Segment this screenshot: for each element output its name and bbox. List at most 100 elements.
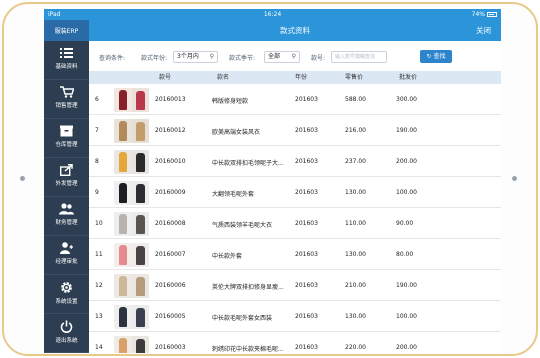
sidebar-item-label: 经理审批 [55, 259, 78, 265]
table-header: 款号 款名 年份 零售价 批发价 [89, 71, 501, 84]
wholesale-price: 200.00 [396, 158, 417, 165]
sidebar-header: 服装ERP [44, 20, 89, 41]
table-row[interactable]: 13 20160005 中长款毛呢外套女西装 201603 130.00 100.00 [89, 301, 501, 332]
row-index: 8 [95, 158, 99, 165]
row-index: 10 [95, 220, 103, 227]
style-code: 20160007 [155, 251, 186, 258]
garment-figure [119, 276, 127, 296]
sidebar-item-logout[interactable]: 退出系统 [44, 314, 89, 353]
garment-figure [119, 245, 127, 265]
row-index: 13 [95, 313, 103, 320]
garment-figure [136, 277, 145, 296]
style-year: 201603 [295, 189, 318, 196]
style-name: 中长款外套 [212, 253, 243, 260]
wholesale-price: 100.00 [396, 313, 417, 320]
garment-figure [119, 183, 127, 203]
gear-icon [61, 282, 72, 293]
retail-price: 130.00 [345, 189, 366, 196]
garment-figure [136, 246, 145, 265]
year-select[interactable]: 3个月内 ⚲ [173, 51, 218, 63]
filter-bar: 查询条件: 款式年份: 3个月内 ⚲ 款式季节: 全部 ⚲ 款号: 输入款号模糊查找… [89, 41, 501, 71]
product-thumbnail [114, 243, 149, 267]
row-index: 11 [95, 251, 103, 258]
product-thumbnail [114, 88, 149, 112]
sidebar: 服装ERP 基础资料 销售管理 仓库管理 外发管理 财务管理 经理审批 系统设置 [44, 20, 89, 353]
style-name: 韩版修身短款 [212, 98, 249, 105]
battery-indicator: 74% [472, 9, 497, 20]
season-select[interactable]: 全部 ⚲ [264, 51, 300, 63]
cart-icon [59, 86, 74, 98]
style-year: 201603 [295, 344, 318, 351]
style-year: 201603 [295, 158, 318, 165]
sidebar-item-finance[interactable]: 财务管理 [44, 197, 89, 236]
person-icon [60, 242, 73, 254]
wholesale-price: 300.00 [396, 96, 417, 103]
table-row[interactable]: 9 20160009 大翻领毛呢外套 201603 130.00 100.00 [89, 177, 501, 208]
retail-price: 220.00 [345, 344, 366, 351]
sidebar-item-label: 基础资料 [55, 64, 78, 70]
wholesale-price: 190.00 [396, 127, 417, 134]
garment-figure [119, 90, 127, 110]
style-name: 欧美高端女装风衣 [212, 129, 261, 136]
style-year: 201603 [295, 96, 318, 103]
users-icon [59, 203, 74, 215]
box-icon [60, 125, 73, 137]
style-year: 201603 [295, 251, 318, 258]
season-label: 款式季节: [229, 55, 256, 62]
retail-price: 130.00 [345, 251, 366, 258]
code-input-placeholder: 输入款号模糊查找 [335, 54, 376, 60]
style-code: 20160009 [155, 189, 186, 196]
sidebar-item-label: 退出系统 [55, 338, 78, 344]
garment-figure [136, 215, 145, 234]
row-index: 14 [95, 344, 103, 351]
style-code: 20160013 [155, 96, 186, 103]
table-row[interactable]: 6 20160013 韩版修身短款 201603 588.00 300.00 [89, 84, 501, 115]
sidebar-item-approval[interactable]: 经理审批 [44, 236, 89, 275]
garment-figure [119, 338, 127, 353]
row-index: 6 [95, 96, 99, 103]
sidebar-item-basic-data[interactable]: 基础资料 [44, 41, 89, 80]
retail-price: 588.00 [345, 96, 366, 103]
retail-price: 130.00 [345, 313, 366, 320]
product-thumbnail [114, 336, 149, 353]
close-button[interactable]: 关闭 [476, 20, 491, 41]
row-index: 9 [95, 189, 99, 196]
code-label: 款号: [311, 55, 326, 62]
sidebar-item-warehouse[interactable]: 仓库管理 [44, 119, 89, 158]
garment-figure [136, 91, 145, 110]
query-label: 查询条件: [99, 55, 126, 62]
product-thumbnail [114, 212, 149, 236]
table-row[interactable]: 12 20160006 英伦大牌双排扣修身显瘦... 201603 210.00 190.… [89, 270, 501, 301]
clock: 16:24 [263, 11, 282, 18]
garment-figure [119, 121, 127, 141]
row-index: 12 [95, 282, 103, 289]
wholesale-price: 200.00 [396, 344, 417, 351]
table-row[interactable]: 8 20160010 中长款双排扣毛领呢子大... 201603 237.00 200.0… [89, 146, 501, 177]
garment-figure [136, 339, 145, 353]
table-row[interactable]: 14 20160003 刺绣印花中长款夹棉毛呢... 201603 220.00 200.… [89, 332, 501, 353]
sidebar-item-outsourcing[interactable]: 外发管理 [44, 158, 89, 197]
garment-figure [119, 152, 127, 172]
table-row[interactable]: 7 20160012 欧美高端女装风衣 201603 216.00 190.00 [89, 115, 501, 146]
table-row[interactable]: 11 20160007 中长款外套 201603 130.00 80.00 [89, 239, 501, 270]
product-thumbnail [114, 119, 149, 143]
screen: iPad 16:24 74% 服装ERP 基础资料 销售管理 仓库管理 外发管理… [44, 9, 501, 353]
column-header: 零售价 [345, 74, 364, 81]
sidebar-item-label: 销售管理 [55, 103, 78, 109]
home-button [512, 176, 517, 181]
sidebar-item-sales[interactable]: 销售管理 [44, 80, 89, 119]
page-title: 款式资料 [280, 26, 310, 35]
power-icon [60, 320, 73, 333]
style-name: 刺绣印花中长款夹棉毛呢... [212, 346, 284, 353]
style-code: 20160008 [155, 220, 186, 227]
table-row[interactable]: 10 20160008 气质西装领羊毛呢大衣 201603 110.00 90.00 [89, 208, 501, 239]
code-input[interactable]: 输入款号模糊查找 [331, 51, 387, 63]
product-thumbnail [114, 274, 149, 298]
sidebar-item-label: 仓库管理 [55, 142, 78, 148]
style-code: 20160012 [155, 127, 186, 134]
wholesale-price: 190.00 [396, 282, 417, 289]
sidebar-item-settings[interactable]: 系统设置 [44, 275, 89, 314]
search-button[interactable]: ↻ 查找 [420, 50, 452, 63]
garment-figure [136, 308, 145, 327]
style-year: 201603 [295, 282, 318, 289]
